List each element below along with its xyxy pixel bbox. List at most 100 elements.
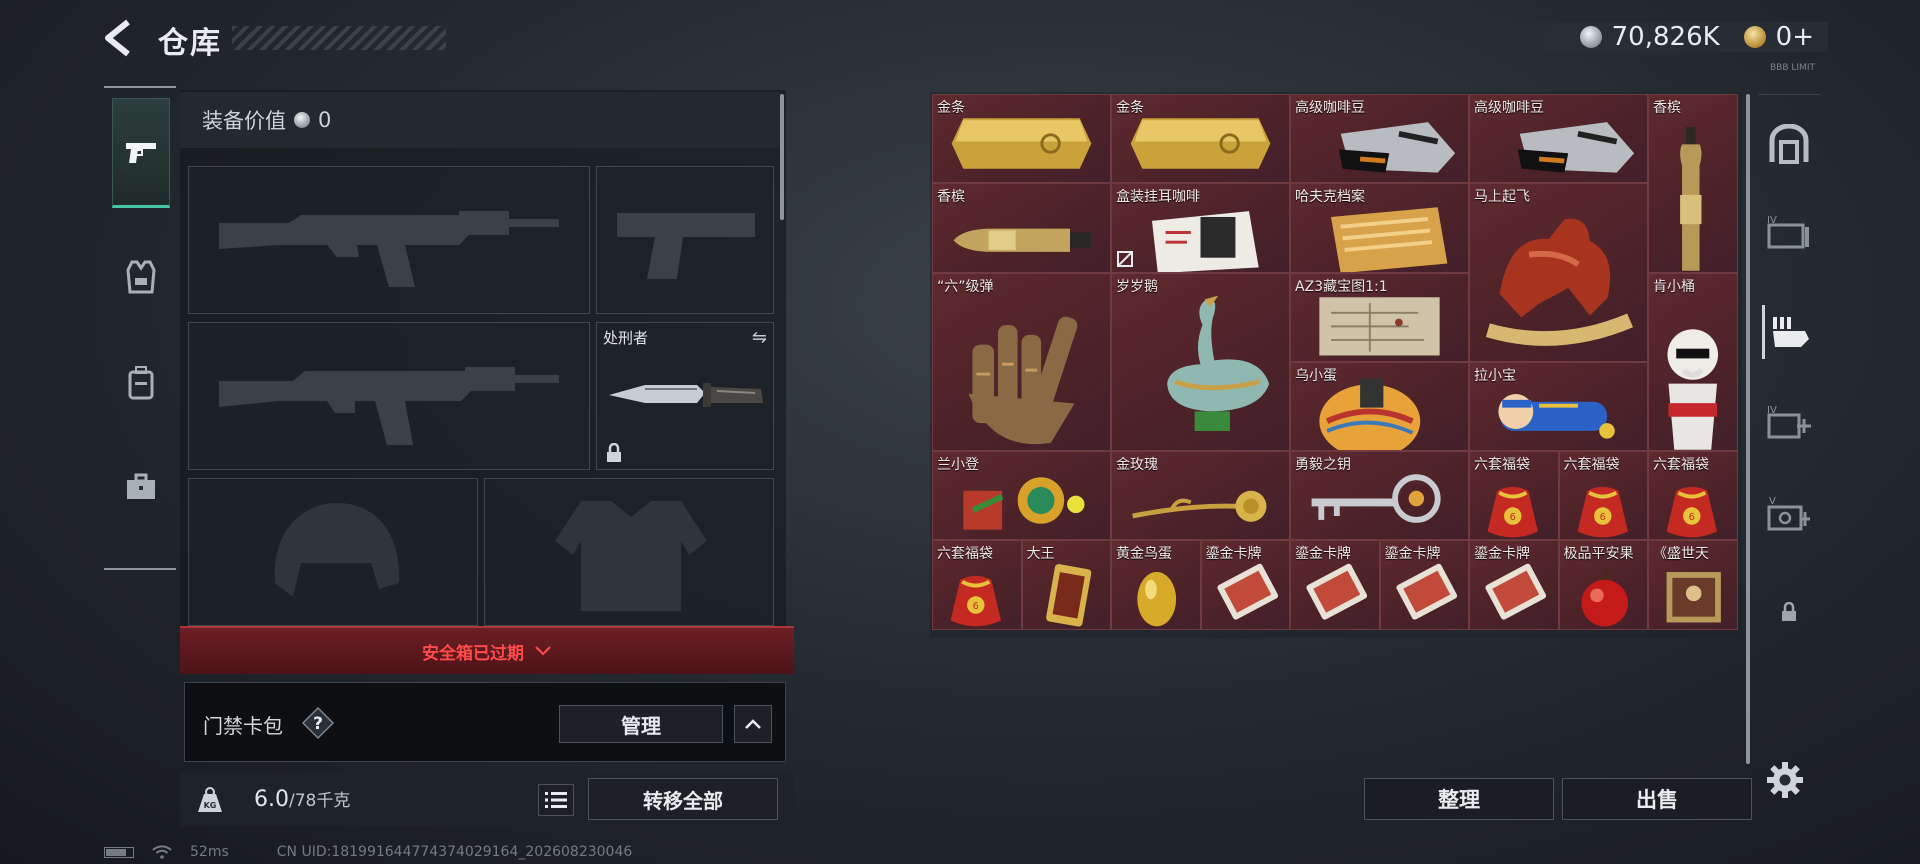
stash-item[interactable]: “六”级弹 xyxy=(932,272,1111,452)
svg-text:?: ? xyxy=(313,714,323,734)
tab-storage-add[interactable]: IV xyxy=(1762,395,1816,449)
back-arrow-icon[interactable] xyxy=(98,18,142,58)
tab-storage-main[interactable] xyxy=(1762,117,1816,171)
title-decoration xyxy=(232,26,446,50)
helmet-slot[interactable] xyxy=(188,478,478,626)
stash-item[interactable]: 香槟 xyxy=(1648,94,1738,273)
item-name: 鎏金卡牌 xyxy=(1384,546,1441,563)
stash-item[interactable]: 岁岁鹅 xyxy=(1111,272,1290,452)
stash-item[interactable]: 拉小宝 xyxy=(1469,361,1648,452)
stash-item[interactable]: 乌小蛋 xyxy=(1290,361,1469,452)
stash-item[interactable]: 鎏金卡牌 xyxy=(1290,540,1380,630)
loadout-scrollbar[interactable] xyxy=(780,94,784,220)
collapse-button[interactable] xyxy=(734,705,772,743)
tab-backpack[interactable] xyxy=(112,328,170,438)
item-name: 鎏金卡牌 xyxy=(1205,546,1262,563)
item-name: 极品平安果 xyxy=(1563,546,1634,563)
settings-gear-icon[interactable] xyxy=(1765,760,1805,800)
backpack-icon xyxy=(128,366,154,400)
stash-item[interactable]: 哈夫克档案 xyxy=(1290,183,1469,273)
wifi-icon xyxy=(152,845,172,859)
armor-silhouette-icon xyxy=(555,501,707,611)
stash-item[interactable]: 金玫瑰 xyxy=(1111,451,1290,541)
item-name: 六套福袋 xyxy=(1563,457,1620,474)
stash-item[interactable]: 六套福袋 6 xyxy=(932,540,1022,630)
stash-scrollbar[interactable] xyxy=(1746,94,1750,764)
equipment-value-bar: 装备价值 0 xyxy=(180,92,780,148)
item-name: 金条 xyxy=(1116,100,1144,116)
manage-button[interactable]: 管理 xyxy=(559,705,723,743)
stash-item[interactable]: 六套福袋 6 xyxy=(1648,451,1738,541)
armor-slot[interactable] xyxy=(484,478,774,626)
gold-balance[interactable]: 0+ xyxy=(1776,22,1814,52)
svg-text:KG: KG xyxy=(204,801,217,810)
stash-item[interactable]: 马上起飞 xyxy=(1469,183,1648,362)
stash-item[interactable]: 盒装挂耳咖啡 xyxy=(1111,183,1290,273)
tab-locked[interactable] xyxy=(1762,585,1816,639)
page-title: 仓库 xyxy=(158,26,222,61)
stash-item[interactable]: 金条 xyxy=(1111,94,1290,184)
secondary-weapon-slot[interactable] xyxy=(188,322,590,470)
lock-icon xyxy=(607,443,621,462)
stash-item[interactable]: 鎏金卡牌 xyxy=(1379,540,1469,630)
stash-item[interactable]: 大王 xyxy=(1021,540,1111,630)
tab-collectibles[interactable] xyxy=(1762,305,1816,359)
svg-text:V: V xyxy=(1769,496,1776,507)
tab-case[interactable] xyxy=(112,432,170,542)
tab-storage-iv[interactable]: IV xyxy=(1762,205,1816,259)
item-name: 乌小蛋 xyxy=(1295,367,1337,384)
safebox-expired-banner[interactable]: 安全箱已过期 xyxy=(180,626,794,674)
transfer-all-button[interactable]: 转移全部 xyxy=(588,778,778,820)
stash-item[interactable]: 高级咖啡豆 xyxy=(1290,94,1469,184)
item-name: 金条 xyxy=(937,100,965,116)
stash-item[interactable]: 金条 xyxy=(932,94,1111,184)
lock-icon xyxy=(1782,602,1796,621)
list-icon xyxy=(545,792,567,808)
stash-item[interactable]: 兰小登 xyxy=(932,451,1111,541)
item-name: 盒装挂耳咖啡 xyxy=(1116,189,1200,206)
item-name: 《盛世天 xyxy=(1653,546,1709,563)
stash-item[interactable]: 极品平安果 xyxy=(1558,540,1648,630)
stash-item[interactable]: 鎏金卡牌 xyxy=(1200,540,1290,630)
status-bar: 52ms CN UID:181991644774374029164_202608… xyxy=(104,844,632,860)
equipment-value: 0 xyxy=(318,108,332,132)
stash-item[interactable]: AZ3藏宝图1:1 xyxy=(1290,272,1469,362)
item-name: 六套福袋 xyxy=(1474,457,1530,474)
left-tab-rail xyxy=(104,86,176,570)
list-view-button[interactable] xyxy=(538,784,574,816)
melee-slot[interactable]: 处刑者 ⇋ xyxy=(596,322,774,470)
primary-weapon-slot[interactable] xyxy=(188,166,590,314)
stash-item[interactable]: 鎏金卡牌 xyxy=(1469,540,1559,630)
stash-item[interactable]: 六套福袋 6 xyxy=(1469,451,1559,541)
stash-item[interactable]: 高级咖啡豆 xyxy=(1469,94,1648,184)
vault-icon xyxy=(1769,124,1809,164)
item-name: 六套福袋 xyxy=(1653,457,1709,474)
stash-item[interactable]: 《盛世天 xyxy=(1648,540,1738,630)
item-name: 兰小登 xyxy=(937,457,979,474)
item-name: 勇毅之钥 xyxy=(1295,457,1351,474)
sort-button[interactable]: 整理 xyxy=(1364,778,1554,820)
weight-readout: 6.0/78千克 xyxy=(254,786,350,812)
stash-item[interactable]: 黄金鸟蛋 xyxy=(1111,540,1201,630)
stash-item[interactable]: 香槟 xyxy=(932,183,1111,273)
keycard-pack: 门禁卡包 ? 管理 xyxy=(184,682,786,762)
currency-sublabel: BBB LIMIT xyxy=(1770,63,1815,73)
swap-icon[interactable]: ⇋ xyxy=(752,327,767,348)
item-name: 高级咖啡豆 xyxy=(1474,100,1544,116)
pistol-slot[interactable] xyxy=(596,166,774,314)
item-name: 拉小宝 xyxy=(1474,367,1516,384)
silver-balance: 70,826K xyxy=(1611,22,1720,52)
safe-icon: V xyxy=(1767,496,1810,531)
stash-grid: 金条 金条 高级咖啡豆 高级咖啡豆 香槟 香槟 盒装挂耳咖啡 哈夫克档案 马上起飞 “六”级弹 岁岁… xyxy=(932,94,1740,634)
stash-item[interactable]: 肯小桶 xyxy=(1648,272,1738,452)
stash-item[interactable]: 勇毅之钥 xyxy=(1290,451,1469,541)
item-name: 大王 xyxy=(1026,546,1055,563)
tab-armor[interactable] xyxy=(112,222,170,332)
help-icon[interactable]: ? xyxy=(301,706,335,740)
tab-storage-v[interactable]: V xyxy=(1762,487,1816,541)
stash-item[interactable]: 六套福袋 6 xyxy=(1558,451,1648,541)
bullet-hand-icon xyxy=(968,316,1078,444)
tab-weapons[interactable] xyxy=(112,98,170,208)
sell-button[interactable]: 出售 xyxy=(1562,778,1752,820)
user-uid: CN UID:181991644774374029164_20260823004… xyxy=(276,844,633,860)
